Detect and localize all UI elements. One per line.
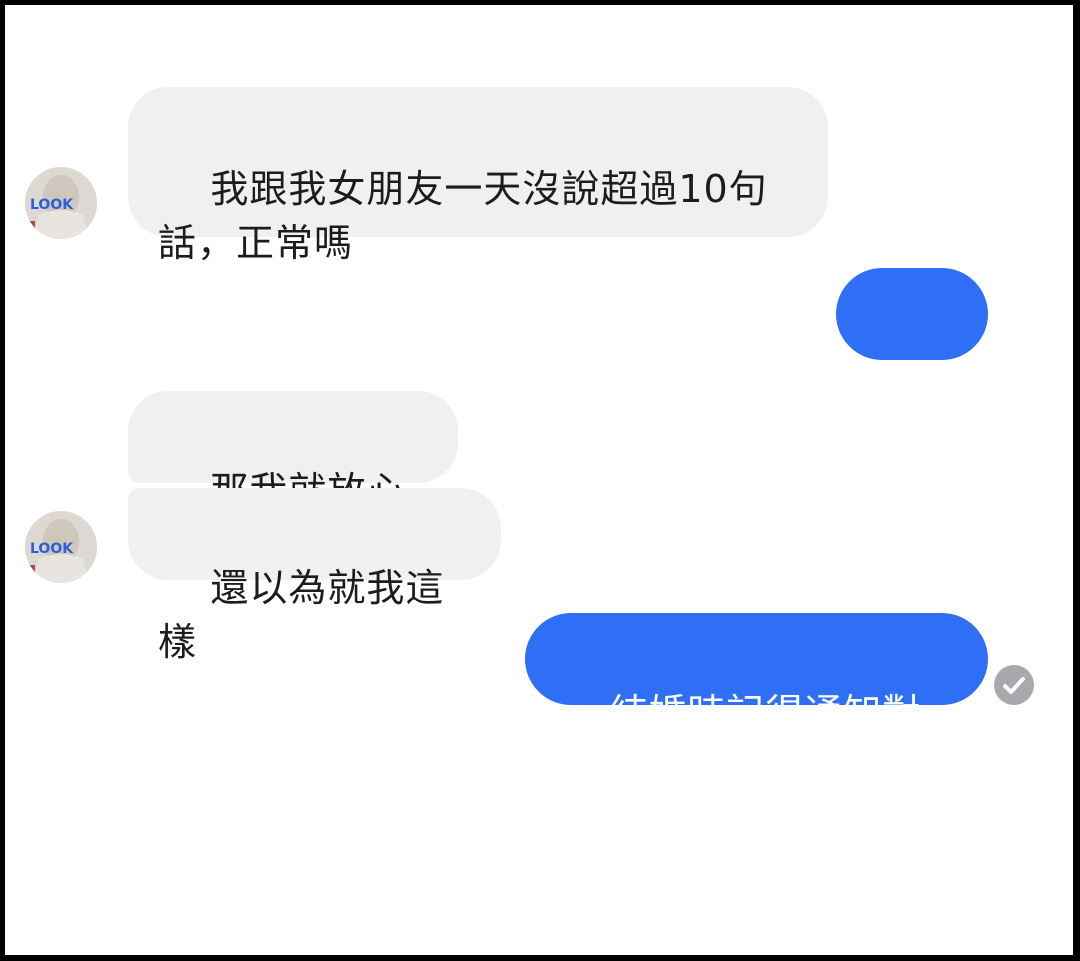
avatar-badge-text: LOOK (30, 541, 74, 557)
incoming-message-bubble[interactable]: 那我就放心了 (128, 391, 458, 567)
avatar-image: LOOK (25, 511, 97, 583)
message-text: 我跟我女朋友一天沒說超過10句 話，正常嗎 (158, 167, 768, 265)
avatar-image: LOOK (25, 167, 97, 239)
chat-thread: 我跟我女朋友一天沒說超過10句 話，正常嗎 LOOK 正常 那我就放心了 還以為… (5, 5, 1073, 955)
contact-avatar-icon[interactable]: LOOK (25, 511, 97, 583)
outgoing-message-bubble[interactable]: 結婚時記得通知對方 (525, 613, 988, 789)
check-mark (1003, 677, 1025, 694)
contact-avatar-icon[interactable]: LOOK (25, 167, 97, 239)
outgoing-message-bubble[interactable]: 正常 (836, 268, 988, 444)
seen-check-icon (994, 665, 1034, 705)
incoming-message-bubble[interactable]: 我跟我女朋友一天沒說超過10句 話，正常嗎 (128, 87, 828, 265)
message-text: 正常 (872, 400, 951, 444)
message-text: 結婚時記得通知對方 (557, 691, 922, 789)
avatar-badge-text: LOOK (30, 197, 74, 213)
message-text: 還以為就我這樣 (158, 566, 445, 664)
incoming-message-bubble[interactable]: 還以為就我這樣 (128, 488, 501, 664)
